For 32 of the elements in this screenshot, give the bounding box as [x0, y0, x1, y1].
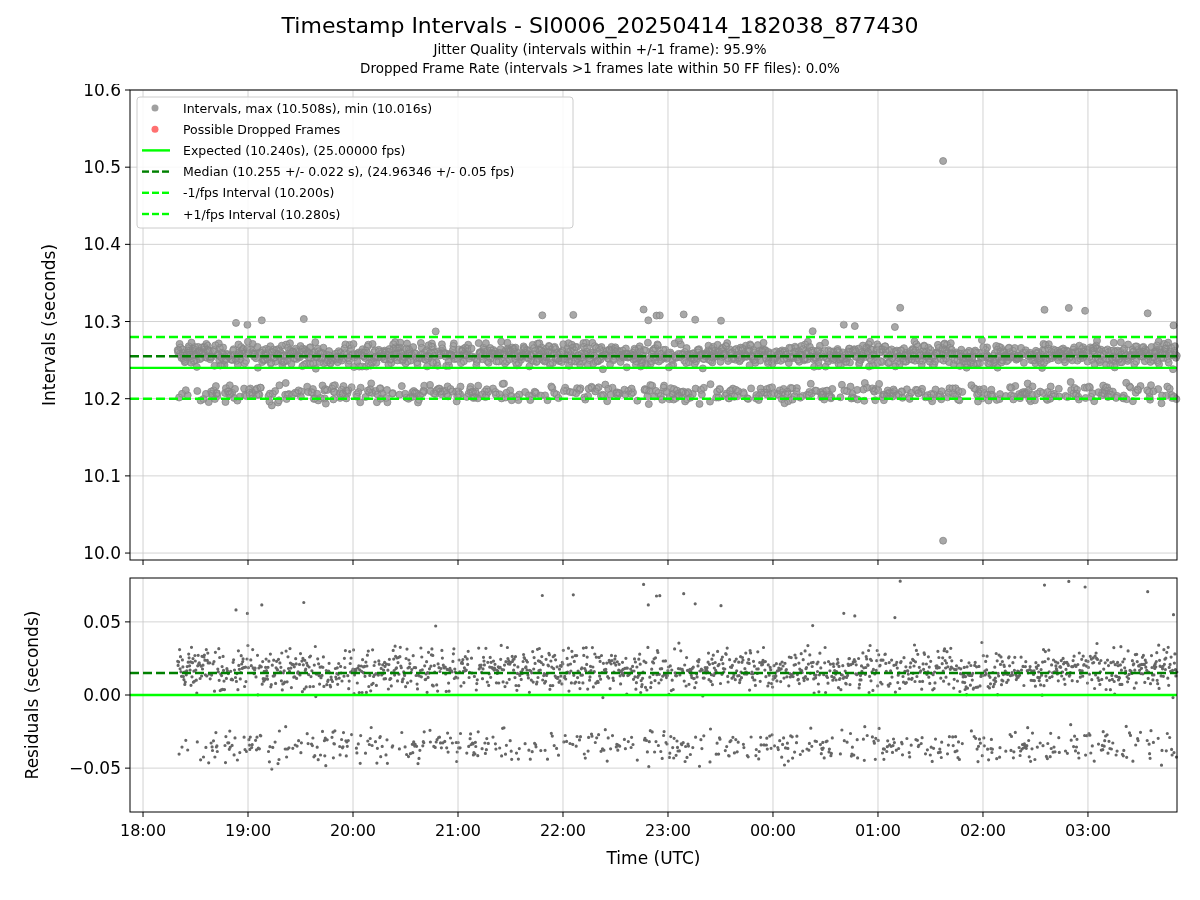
x-axis-label: Time (UTC) — [606, 848, 701, 868]
x-tick-label: 21:00 — [434, 821, 482, 840]
y-tick-label: 10.4 — [83, 234, 121, 255]
x-tick-label: 18:00 — [119, 821, 167, 840]
x-tick-label: 00:00 — [749, 821, 797, 840]
x-tick-label: 19:00 — [224, 821, 272, 840]
figure-subtitle: Dropped Frame Rate (intervals >1 frames late within 50 FF files): 0.0% — [360, 59, 840, 78]
y-tick-label: 10.6 — [83, 84, 121, 100]
y-tick-label: 10.2 — [83, 388, 121, 409]
x-tick-label: 20:00 — [329, 821, 377, 840]
x-tick-label: 03:00 — [1064, 821, 1111, 840]
legend-label: Possible Dropped Frames — [183, 121, 341, 137]
x-tick-label: 23:00 — [644, 821, 692, 840]
legend-label: -1/fps Interval (10.200s) — [183, 185, 335, 201]
y-axis-label: Intervals (seconds) — [39, 243, 59, 407]
y-tick-label: 10.5 — [83, 157, 121, 178]
y-axis-label: Residuals (seconds) — [22, 610, 42, 780]
y-tick-label: 0.05 — [83, 611, 121, 632]
legend-label: Expected (10.240s), (25.00000 fps) — [183, 142, 406, 158]
x-tick-label: 22:00 — [539, 821, 587, 840]
y-tick-label: 0.00 — [83, 685, 121, 705]
legend-label: Median (10.255 +/- 0.022 s), (24.96346 +/- 0.05 fps) — [183, 164, 515, 180]
x-tick-label: 01:00 — [854, 821, 902, 840]
figure-title: Timestamp Intervals - SI0006_20250414_182038_877430 — [281, 12, 919, 40]
y-tick-label: −0.05 — [68, 758, 121, 779]
y-tick-label: 10.1 — [83, 465, 121, 486]
legend-label: +1/fps Interval (10.280s) — [183, 206, 341, 222]
x-tick-label: 02:00 — [959, 821, 1007, 840]
figure-subtitle: Jitter Quality (intervals within +/-1 frame): 95.9% — [433, 40, 767, 59]
y-tick-label: 10.0 — [83, 543, 121, 564]
y-tick-label: 10.3 — [83, 311, 121, 332]
legend-label: Intervals, max (10.508s), min (10.016s) — [183, 100, 433, 116]
